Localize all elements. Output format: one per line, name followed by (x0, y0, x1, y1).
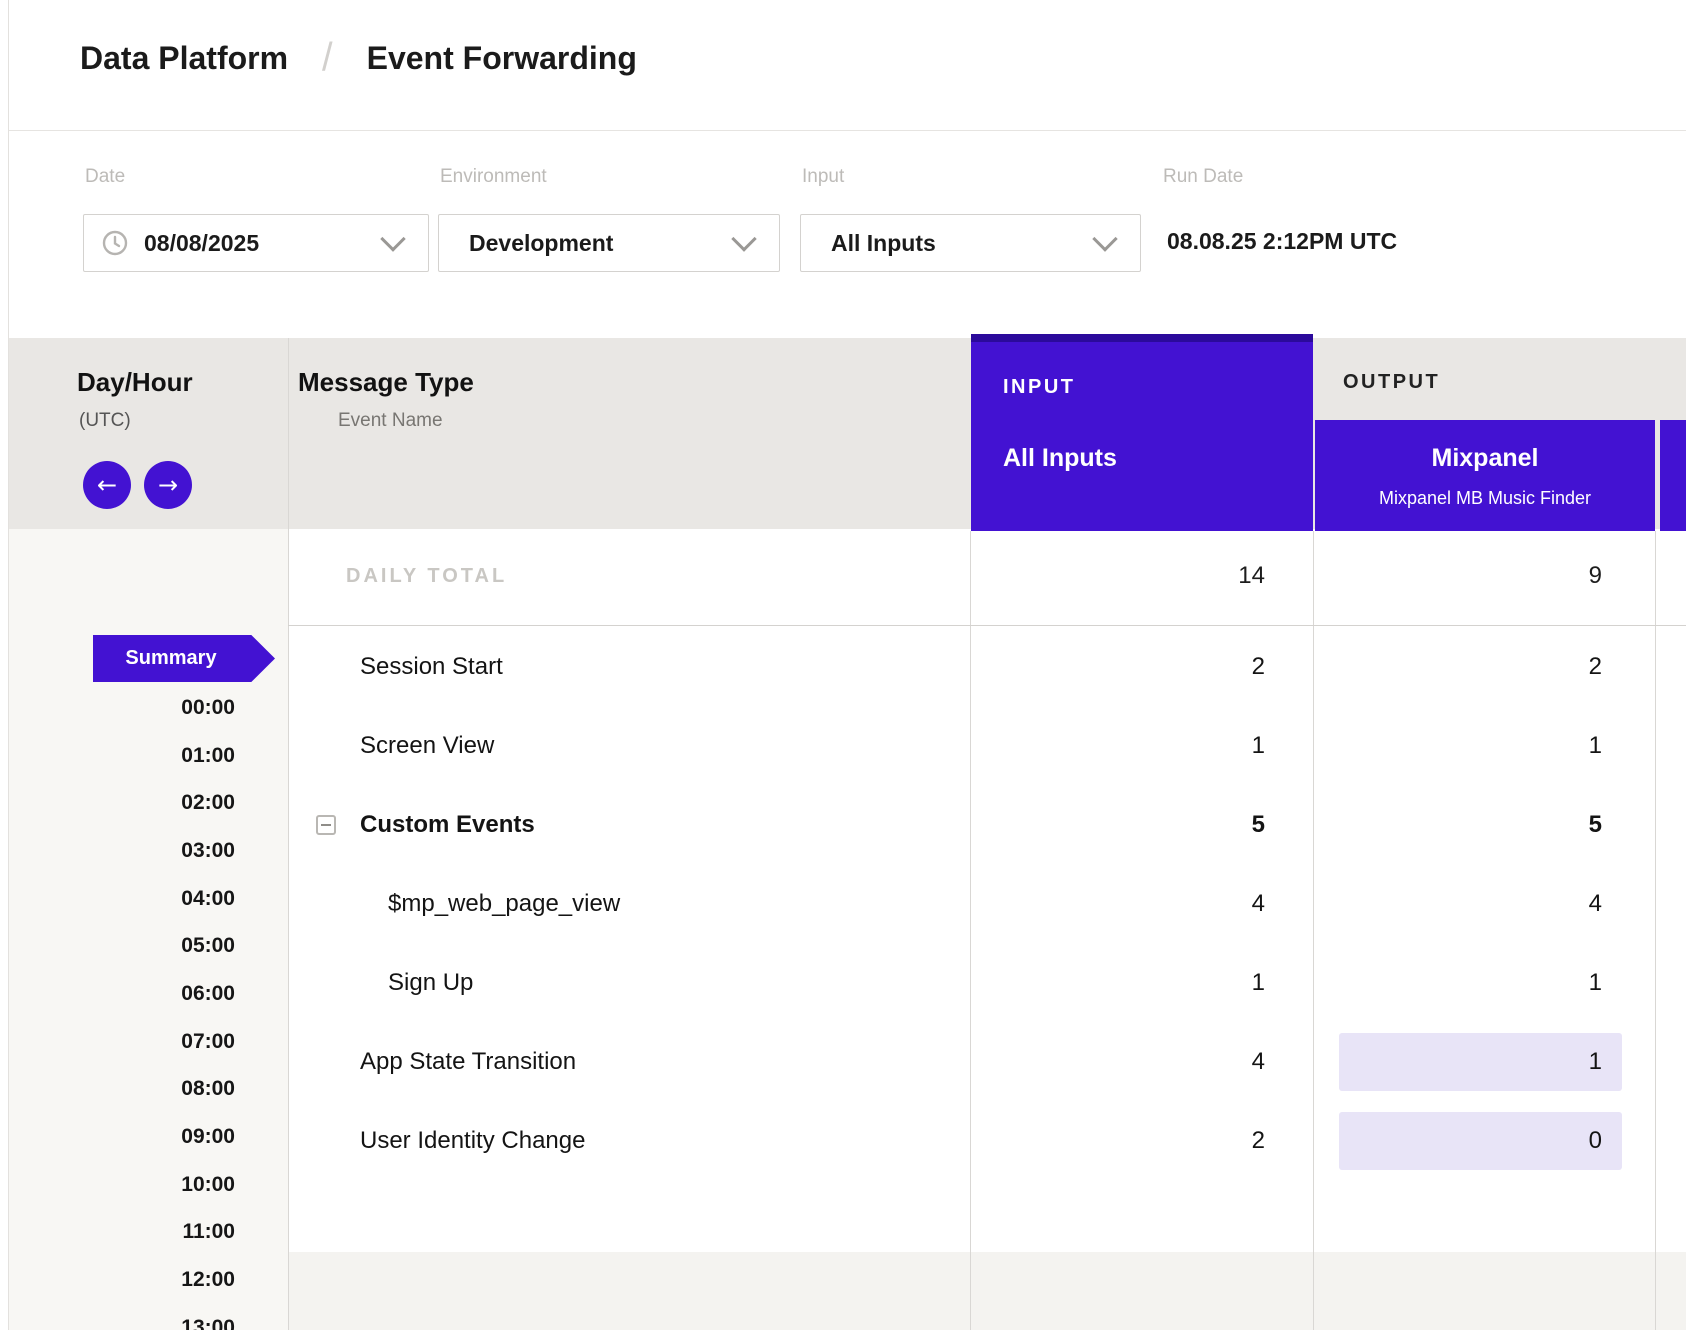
summary-selected-badge[interactable]: Summary (93, 635, 275, 682)
daily-total-output-value: 9 (1315, 562, 1602, 590)
run-date-value: 08.08.25 2:12PM UTC (1167, 228, 1397, 255)
hour-item[interactable]: 00:00 (9, 684, 235, 732)
hour-list: 00:00 01:00 02:00 03:00 04:00 05:00 06:0… (9, 684, 235, 1330)
day-hour-column-title: Day/Hour (77, 367, 193, 398)
hour-item[interactable]: 07:00 (9, 1018, 235, 1066)
event-rows: Session Start 2 2 Screen View 1 1 Custom… (288, 627, 1686, 1180)
date-dropdown[interactable]: 08/08/2025 (83, 214, 429, 272)
input-column-header[interactable]: INPUT All Inputs (971, 334, 1313, 531)
hour-item[interactable]: 08:00 (9, 1066, 235, 1114)
grid-footer-area (288, 1252, 1686, 1330)
output-count-highlighted[interactable]: 1 (1339, 1033, 1622, 1091)
input-count: 2 (970, 1127, 1265, 1155)
breadcrumb-section[interactable]: Data Platform (80, 40, 288, 77)
event-label: $mp_web_page_view (388, 890, 620, 918)
run-date-label: Run Date (1163, 166, 1243, 188)
event-label: Custom Events (360, 811, 535, 839)
table-row-sign-up: Sign Up 1 1 (288, 943, 1686, 1022)
date-filter-label: Date (85, 166, 125, 188)
output-subtitle: Mixpanel MB Music Finder (1315, 488, 1655, 509)
arrow-left-icon: ← (97, 473, 117, 497)
output-count: 2 (1315, 653, 1602, 681)
chevron-down-icon (380, 226, 405, 251)
hour-item[interactable]: 03:00 (9, 827, 235, 875)
hour-item[interactable]: 06:00 (9, 970, 235, 1018)
output-count-highlighted[interactable]: 0 (1339, 1112, 1622, 1170)
event-label: Sign Up (388, 969, 473, 997)
next-day-button[interactable]: → (144, 461, 192, 509)
environment-filter-label: Environment (440, 166, 547, 188)
output-count: 1 (1315, 732, 1602, 760)
hour-item[interactable]: 10:00 (9, 1161, 235, 1209)
chevron-down-icon (731, 226, 756, 251)
output-count: 1 (1315, 969, 1602, 997)
input-count: 2 (970, 653, 1265, 681)
input-count: 1 (970, 969, 1265, 997)
hour-item[interactable]: 13:00 (9, 1304, 235, 1330)
input-column-name: All Inputs (1003, 444, 1117, 473)
table-row-custom-events: Custom Events 5 5 (288, 785, 1686, 864)
hour-item[interactable]: 11:00 (9, 1209, 235, 1257)
input-count: 1 (970, 732, 1265, 760)
date-value: 08/08/2025 (144, 230, 259, 257)
hour-item[interactable]: 09:00 (9, 1113, 235, 1161)
output-name: Mixpanel (1315, 444, 1655, 473)
collapse-icon[interactable] (316, 815, 336, 835)
event-label: Session Start (360, 653, 503, 681)
input-count: 4 (970, 890, 1265, 918)
hour-item[interactable]: 05:00 (9, 922, 235, 970)
arrow-right-icon: → (158, 473, 178, 497)
table-row-app-state-transition: App State Transition 4 1 (288, 1022, 1686, 1101)
daily-total-input-value: 14 (970, 562, 1265, 590)
output-group-label: OUTPUT (1343, 371, 1440, 394)
chevron-down-icon (1092, 226, 1117, 251)
hour-item[interactable]: 02:00 (9, 779, 235, 827)
next-output-column-partial[interactable] (1660, 420, 1686, 531)
clock-icon (102, 230, 128, 256)
environment-dropdown[interactable]: Development (438, 214, 780, 272)
output-count: 4 (1315, 890, 1602, 918)
table-row-user-identity-change: User Identity Change 2 0 (288, 1101, 1686, 1180)
event-forwarding-page: Data Platform / Event Forwarding Date En… (0, 0, 1686, 1330)
event-label: User Identity Change (360, 1127, 585, 1155)
breadcrumb-separator: / (322, 35, 333, 80)
table-row-screen-view: Screen View 1 1 (288, 706, 1686, 785)
breadcrumb-page-title: Event Forwarding (367, 40, 637, 77)
daily-total-divider (288, 625, 1686, 626)
daily-total-label: DAILY TOTAL (346, 565, 507, 588)
output-count: 5 (1315, 811, 1602, 839)
hour-item[interactable]: 04:00 (9, 875, 235, 923)
input-dropdown[interactable]: All Inputs (800, 214, 1141, 272)
hour-item[interactable]: 01:00 (9, 732, 235, 780)
input-group-label: INPUT (1003, 376, 1076, 399)
event-name-subtitle: Event Name (338, 410, 443, 432)
output-column-header-mixpanel[interactable]: Mixpanel Mixpanel MB Music Finder (1315, 420, 1655, 531)
input-filter-label: Input (802, 166, 844, 188)
table-row-mp-web-page-view: $mp_web_page_view 4 4 (288, 864, 1686, 943)
minus-glyph (321, 824, 331, 826)
table-row-session-start: Session Start 2 2 (288, 627, 1686, 706)
previous-day-button[interactable]: ← (83, 461, 131, 509)
input-count: 5 (970, 811, 1265, 839)
event-label: Screen View (360, 732, 494, 760)
environment-value: Development (469, 230, 613, 257)
hour-item[interactable]: 12:00 (9, 1256, 235, 1304)
breadcrumb: Data Platform / Event Forwarding (80, 36, 637, 80)
event-label: App State Transition (360, 1048, 576, 1076)
day-hour-timezone: (UTC) (79, 410, 131, 432)
input-count: 4 (970, 1048, 1265, 1076)
input-value: All Inputs (831, 230, 936, 257)
message-type-column-title: Message Type (298, 367, 474, 398)
